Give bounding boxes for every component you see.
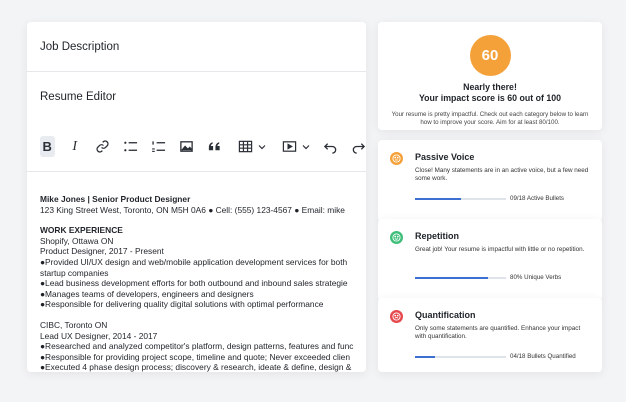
document-line: startup companies — [40, 267, 109, 278]
job-description-label: Job Description — [40, 40, 120, 53]
resume-document[interactable]: Mike Jones | Senior Product Designer 123 … — [27, 172, 366, 372]
metric-description: Close! Many statements are in an active … — [415, 167, 589, 183]
score-headline: Nearly there! — [463, 82, 517, 92]
document-line: ●Lead business development efforts for b… — [40, 278, 348, 289]
metric-card-passive-voice[interactable]: Passive Voice Close! Many statements are… — [378, 140, 602, 222]
link-icon[interactable] — [95, 136, 110, 157]
document-line: 123 King Street West, Toronto, ON M5H 0A… — [40, 204, 345, 215]
metric-stat: 09/18 Active Bullets — [510, 195, 565, 202]
metric-title: Repetition — [415, 231, 459, 241]
bullet-list-icon[interactable] — [123, 136, 138, 157]
table-dropdown[interactable] — [235, 136, 266, 157]
document-line: ●Responsible for delivering quality digi… — [40, 299, 324, 310]
impact-score-card: 60 Nearly there! Your impact score is 60… — [378, 22, 602, 130]
italic-button[interactable]: I — [68, 136, 83, 157]
redo-icon[interactable] — [351, 136, 366, 157]
neutral-face-icon — [390, 152, 403, 165]
media-dropdown[interactable] — [279, 136, 310, 157]
chevron-down-icon — [258, 144, 266, 149]
job-description-tab[interactable]: Job Description — [27, 22, 366, 72]
metric-title: Passive Voice — [415, 152, 475, 162]
metric-stat: 80% Unique Verbs — [510, 274, 562, 281]
metric-card-quantification[interactable]: Quantification Only some statements are … — [378, 298, 602, 372]
document-line: ●Manages teams of developers, engineers … — [40, 288, 254, 299]
metric-stat: 04/18 Bullets Quantified — [510, 353, 576, 360]
image-icon[interactable] — [179, 136, 194, 157]
metric-card-repetition[interactable]: Repetition Great job! Your resume is imp… — [378, 219, 602, 301]
metric-title: Quantification — [415, 310, 476, 320]
numbered-list-icon[interactable] — [151, 136, 166, 157]
resume-editor-tab[interactable]: Resume Editor — [27, 72, 366, 122]
document-spacer — [40, 310, 366, 320]
metric-progress-bar — [415, 277, 506, 279]
table-icon — [235, 136, 256, 157]
quote-icon[interactable] — [207, 136, 222, 157]
resume-score-screen: Job Description Resume Editor B I Mike J… — [0, 0, 626, 402]
bold-button[interactable]: B — [40, 136, 55, 157]
document-line: ●Responsible for providing project scope… — [40, 351, 350, 362]
document-line: ●Provided UI/UX design and web/mobile ap… — [40, 256, 348, 267]
metric-progress-bar — [415, 198, 506, 200]
document-line: ●Executed 4 phase design process; discov… — [40, 362, 352, 372]
media-embed-icon — [279, 136, 300, 157]
score-subline: Your impact score is 60 out of 100 — [418, 93, 562, 103]
sad-face-icon — [390, 310, 403, 323]
score-description: Your resume is pretty impactful. Check o… — [391, 111, 589, 126]
document-line: Shopify, Ottawa ON — [40, 235, 114, 246]
document-line: CIBC, Toronto ON — [40, 319, 108, 330]
undo-icon[interactable] — [323, 136, 338, 157]
editor-toolbar: B I — [27, 122, 366, 172]
metric-description: Only some statements are quantified. Enh… — [415, 325, 581, 341]
document-line: Mike Jones | Senior Product Designer — [40, 194, 191, 204]
document-line: ●Researched and analyzed competitor's pl… — [40, 341, 354, 352]
document-line: Lead UX Designer, 2014 - 2017 — [40, 330, 158, 341]
metric-description: Great job! Your resume is impactful with… — [415, 246, 585, 253]
document-spacer — [40, 215, 366, 225]
score-badge: 60 — [469, 35, 511, 76]
document-line: Product Designer, 2017 - Present — [40, 246, 164, 257]
chevron-down-icon — [302, 144, 310, 149]
metric-progress-bar — [415, 356, 506, 358]
resume-editor-panel: Job Description Resume Editor B I Mike J… — [27, 22, 366, 372]
document-line: WORK EXPERIENCE — [40, 225, 123, 236]
smile-face-icon — [390, 231, 403, 244]
resume-editor-label: Resume Editor — [40, 91, 117, 103]
